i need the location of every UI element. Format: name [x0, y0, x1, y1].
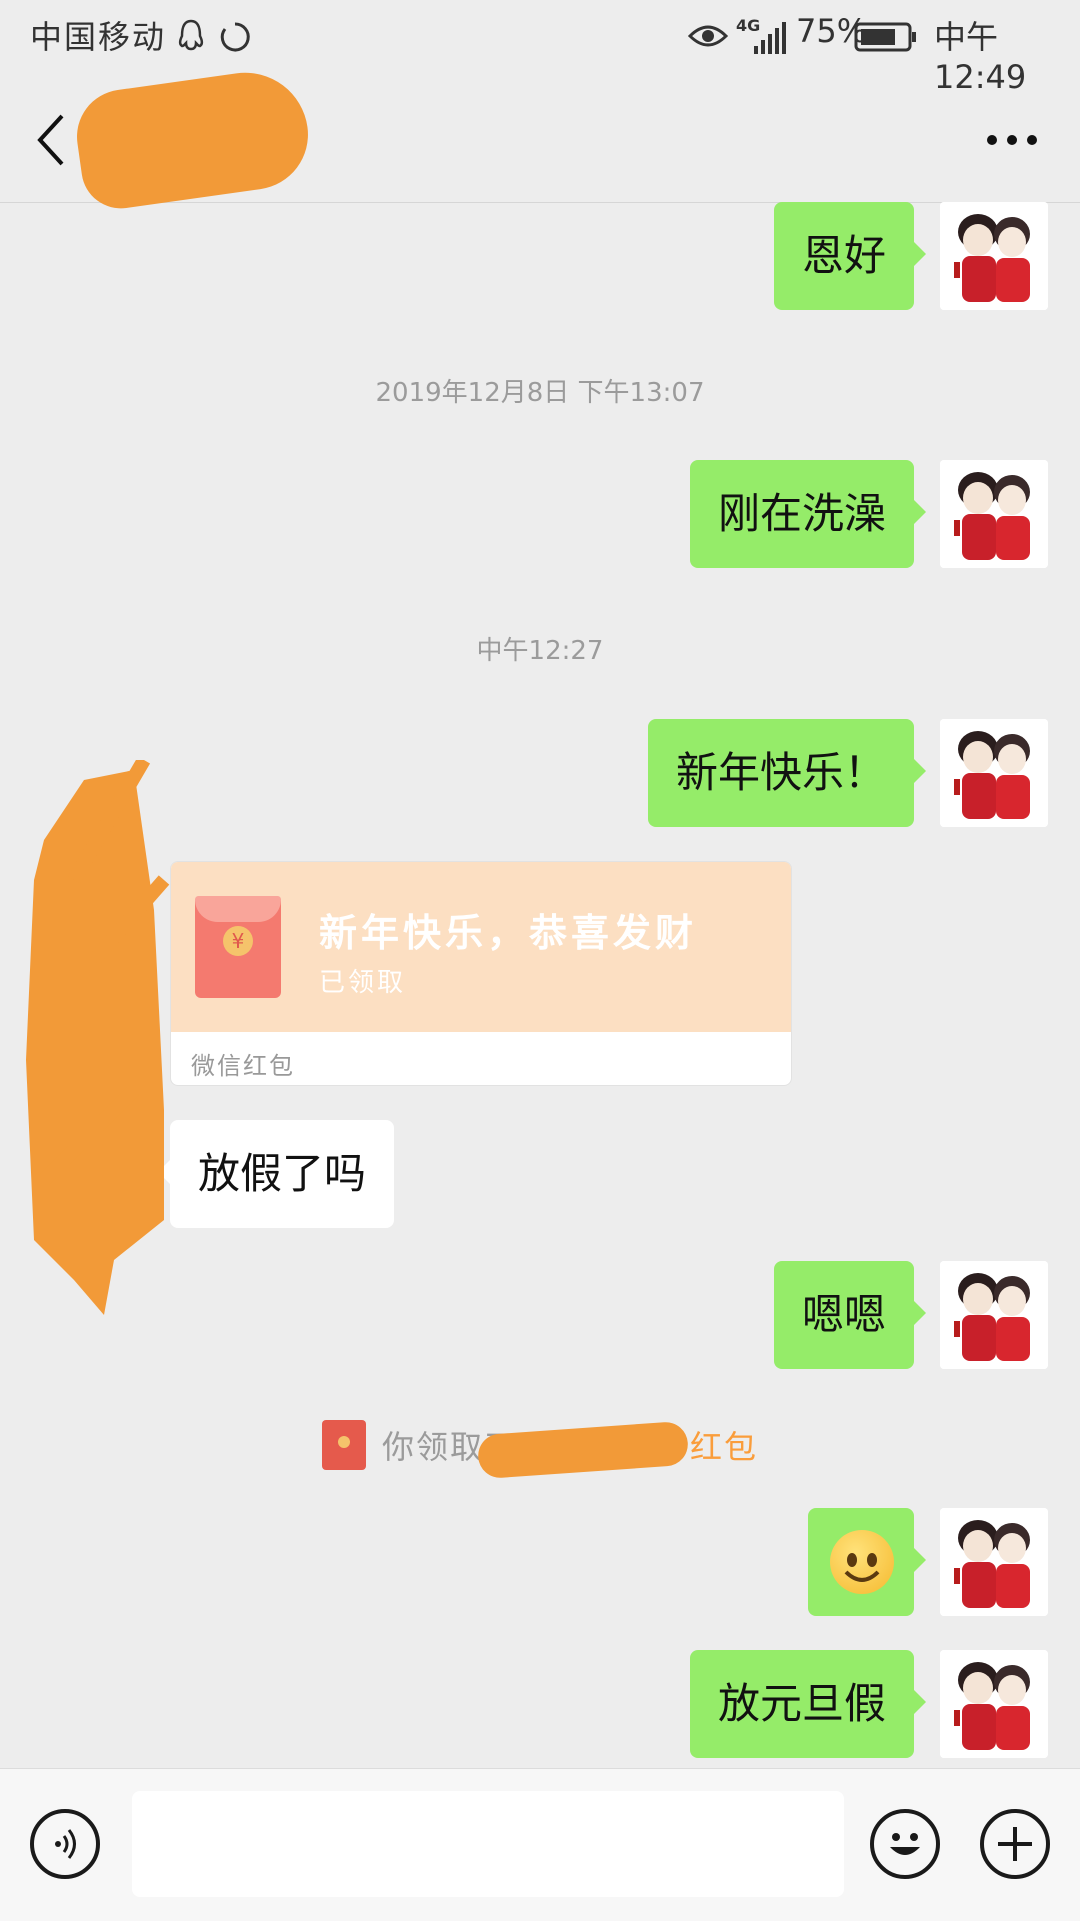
- red-envelope-icon: ¥: [195, 896, 281, 998]
- smiley-face-icon: [890, 1833, 920, 1855]
- smiley-emoji-icon: [830, 1530, 894, 1594]
- my-avatar[interactable]: [940, 719, 1048, 827]
- timestamp: 中午12:27: [476, 636, 604, 666]
- message-bubble-sent[interactable]: 刚在洗澡: [689, 460, 927, 568]
- message-bubble-sent[interactable]: 恩好: [773, 202, 927, 310]
- carrier-label: 中国移动: [30, 18, 167, 56]
- my-avatar[interactable]: [940, 460, 1048, 568]
- red-packet-status: 已领取: [319, 968, 407, 998]
- red-packet-body: ¥ 新年快乐，恭喜发财 已领取: [171, 862, 791, 1032]
- back-arrow-icon[interactable]: [32, 110, 72, 170]
- status-bar: 中国移动 4G 75% 中午12:49: [0, 0, 1080, 96]
- plus-icon: [998, 1827, 1032, 1861]
- sync-icon: [220, 22, 250, 52]
- my-avatar[interactable]: [940, 1650, 1048, 1758]
- red-packet-link[interactable]: 红包: [690, 1422, 758, 1468]
- my-avatar[interactable]: [940, 1261, 1048, 1369]
- signal-icon: [754, 22, 786, 54]
- message-input[interactable]: [132, 1791, 844, 1897]
- more-options-icon[interactable]: [984, 132, 1040, 148]
- message-bubble-sent[interactable]: 新年快乐！: [647, 719, 927, 827]
- red-packet-footer: 微信红包: [191, 1052, 295, 1080]
- battery-icon: [854, 22, 916, 52]
- voice-icon: [55, 1829, 76, 1859]
- redacted-contact-name: [70, 64, 316, 214]
- eye-icon: [688, 25, 728, 47]
- red-packet-card[interactable]: ¥ 新年快乐，恭喜发财 已领取 微信红包: [170, 861, 792, 1086]
- message-bubble-sent[interactable]: 嗯嗯: [773, 1261, 927, 1369]
- my-avatar[interactable]: [940, 202, 1048, 310]
- message-bubble-sent[interactable]: 放元旦假: [689, 1650, 927, 1758]
- input-bar: [0, 1768, 1080, 1921]
- more-functions-button[interactable]: [980, 1809, 1050, 1879]
- redacted-contact-avatar: [26, 760, 170, 1315]
- chat-header: [0, 64, 1080, 214]
- timestamp: 2019年12月8日 下午13:07: [375, 378, 705, 408]
- yuan-coin-icon: ¥: [223, 926, 253, 956]
- red-packet-small-icon: [322, 1420, 366, 1470]
- voice-input-button[interactable]: [30, 1809, 100, 1879]
- emoji-button[interactable]: [870, 1809, 940, 1879]
- red-packet-title: 新年快乐，恭喜发财: [319, 911, 698, 955]
- red-packet-received-notice: 你领取了 的 红包: [0, 1418, 1080, 1480]
- qq-icon: [178, 19, 204, 51]
- my-avatar[interactable]: [940, 1508, 1048, 1616]
- message-bubble-sent-emoji[interactable]: [808, 1508, 926, 1616]
- message-bubble-received[interactable]: 放假了吗: [157, 1120, 395, 1228]
